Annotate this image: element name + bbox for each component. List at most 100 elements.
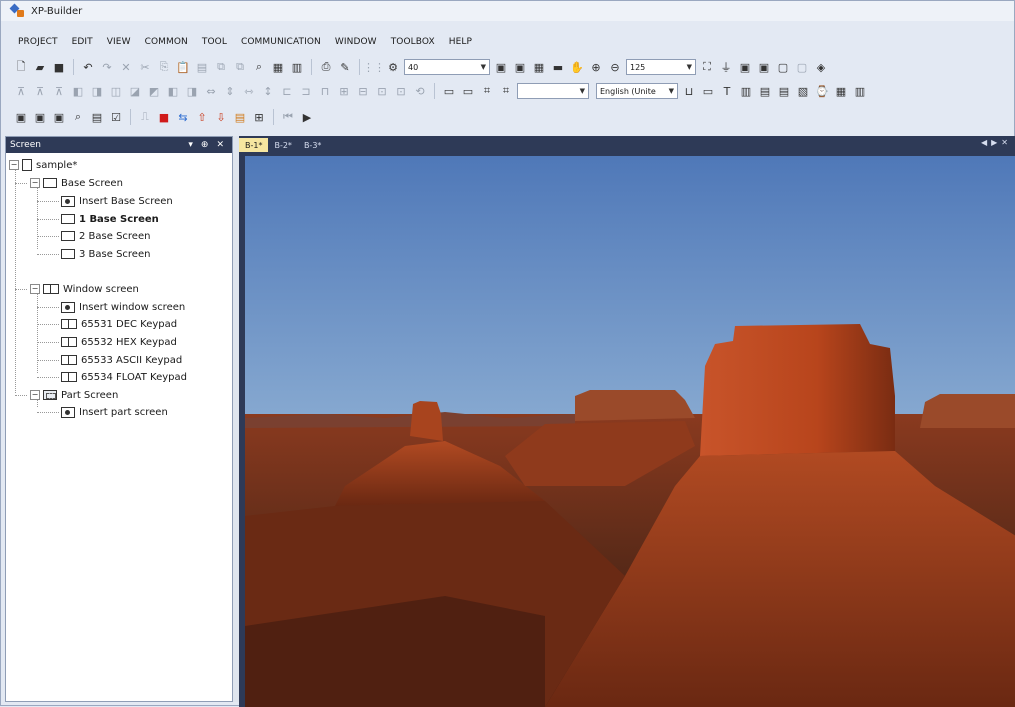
scroll-right-icon[interactable]: ▶ — [991, 138, 1001, 147]
delete-icon[interactable]: ✕ — [118, 59, 134, 75]
search-screen-icon[interactable]: ⌕ — [70, 109, 86, 125]
tab-b3[interactable]: B-3* — [298, 138, 327, 152]
group-icon[interactable]: ⊞ — [336, 83, 352, 99]
step-back-icon[interactable]: ⏮ — [280, 109, 296, 125]
diamond-icon[interactable]: ◈ — [813, 59, 829, 75]
horizontal-line-icon[interactable]: ▬ — [550, 59, 566, 75]
undo-icon[interactable]: ↶ — [80, 59, 96, 75]
new-file-icon[interactable]: 🗋 — [13, 59, 29, 75]
zoom-select[interactable]: 125 ▼ — [626, 59, 696, 75]
pin-icon[interactable]: ⊕ — [201, 140, 209, 150]
chart-icon[interactable]: ▥ — [852, 83, 868, 99]
tree-window-dec-keypad[interactable]: 65531 DEC Keypad — [61, 316, 177, 332]
zoom-in-icon[interactable]: ⊕ — [588, 59, 604, 75]
input-icon[interactable]: ▤ — [776, 83, 792, 99]
cross-reference-icon[interactable]: ▦ — [270, 59, 286, 75]
close-icon[interactable]: ✕ — [1001, 138, 1012, 147]
tree-base-screen-group[interactable]: − Base Screen — [30, 175, 123, 191]
menu-project[interactable]: PROJECT — [11, 37, 65, 47]
lamp-icon[interactable]: ▭ — [700, 83, 716, 99]
table-icon[interactable]: ▦ — [531, 59, 547, 75]
collapse-icon[interactable]: − — [30, 284, 40, 294]
upload-icon[interactable]: ⇧ — [194, 109, 210, 125]
align-icon[interactable]: ◧ — [70, 83, 86, 99]
menu-common[interactable]: COMMON — [138, 37, 195, 47]
collapse-icon[interactable]: − — [30, 178, 40, 188]
tab-b1[interactable]: B-1* — [239, 138, 269, 152]
screen-grid-icon[interactable]: ▢ — [794, 59, 810, 75]
align-middle-icon[interactable]: ⊼ — [32, 83, 48, 99]
collapse-icon[interactable]: − — [9, 160, 19, 170]
screen-list-icon[interactable]: ▢ — [775, 59, 791, 75]
fit-screen-icon[interactable]: ⛶ — [699, 59, 715, 75]
tab-b2[interactable]: B-2* — [268, 138, 297, 152]
tools-icon[interactable]: ✎ — [337, 59, 353, 75]
paste-special-icon[interactable]: ▤ — [194, 59, 210, 75]
object-state-icon[interactable]: ▭ — [441, 83, 457, 99]
unlock-icon[interactable]: ⊡ — [393, 83, 409, 99]
object-select[interactable]: ▼ — [517, 83, 589, 99]
calculator-icon[interactable]: ▤ — [89, 109, 105, 125]
duplicate-icon[interactable]: ⧉ — [213, 59, 229, 75]
tree-base-screen-2[interactable]: 2 Base Screen — [61, 228, 150, 244]
grid-icon[interactable]: ⋮⋮ — [363, 59, 385, 75]
order-icon[interactable]: ◨ — [184, 83, 200, 99]
align-top-icon[interactable]: ⊼ — [13, 83, 29, 99]
numeric-icon[interactable]: ▥ — [738, 83, 754, 99]
image-icon[interactable]: ▧ — [795, 83, 811, 99]
object-state-icon[interactable]: ▭ — [460, 83, 476, 99]
bit-switch-icon[interactable]: ⊔ — [681, 83, 697, 99]
stop-icon[interactable]: ■ — [156, 109, 172, 125]
save-icon[interactable]: ■ — [51, 59, 67, 75]
scroll-left-icon[interactable]: ◀ — [981, 138, 991, 147]
display-icon[interactable]: ▤ — [757, 83, 773, 99]
tree-window-float-keypad[interactable]: 65534 FLOAT Keypad — [61, 369, 187, 385]
flip-icon[interactable]: ⇔ — [203, 83, 219, 99]
tree-window-ascii-keypad[interactable]: 65533 ASCII Keypad — [61, 352, 182, 368]
compile-icon[interactable]: ▣ — [13, 109, 29, 125]
redo-icon[interactable]: ↷ — [99, 59, 115, 75]
download-icon[interactable]: ⇩ — [213, 109, 229, 125]
distribute-icon[interactable]: ⇿ — [241, 83, 257, 99]
grid-settings-icon[interactable]: ⚙ — [385, 59, 401, 75]
language-select[interactable]: English (Unite ▼ — [596, 83, 678, 99]
cut-icon[interactable]: ✂ — [137, 59, 153, 75]
screen-preview-icon[interactable]: ▣ — [756, 59, 772, 75]
lock-icon[interactable]: ⊡ — [374, 83, 390, 99]
menu-view[interactable]: VIEW — [100, 37, 138, 47]
copy-icon[interactable]: ⎘ — [156, 59, 172, 75]
close-icon[interactable]: ✕ — [216, 140, 224, 150]
tree-window-screen-group[interactable]: − Window screen — [30, 281, 139, 297]
find-icon[interactable]: ⌕ — [251, 59, 267, 75]
align-icon[interactable]: ◩ — [146, 83, 162, 99]
open-folder-icon[interactable]: ▰ — [32, 59, 48, 75]
screen-canvas[interactable] — [245, 156, 1015, 707]
tree-insert-base-screen[interactable]: Insert Base Screen — [61, 193, 173, 209]
same-size-icon[interactable]: ⊏ — [279, 83, 295, 99]
tree-window-hex-keypad[interactable]: 65532 HEX Keypad — [61, 334, 177, 350]
tree-root[interactable]: − sample* — [9, 157, 77, 173]
align-right-icon[interactable]: ▣ — [512, 59, 528, 75]
menu-communication[interactable]: COMMUNICATION — [234, 37, 328, 47]
screen-view-icon[interactable]: ▣ — [737, 59, 753, 75]
text-icon[interactable]: T — [719, 83, 735, 99]
simulator-icon[interactable]: ⊞ — [251, 109, 267, 125]
same-size-icon[interactable]: ⊓ — [317, 83, 333, 99]
align-icon[interactable]: ◨ — [89, 83, 105, 99]
menu-window[interactable]: WINDOW — [328, 37, 384, 47]
menu-edit[interactable]: EDIT — [65, 37, 100, 47]
menu-help[interactable]: HELP — [442, 37, 479, 47]
object-list-icon[interactable]: ▥ — [289, 59, 305, 75]
align-icon[interactable]: ◫ — [108, 83, 124, 99]
tree-base-screen-3[interactable]: 3 Base Screen — [61, 246, 150, 262]
collapse-icon[interactable]: − — [30, 390, 40, 400]
ungroup-icon[interactable]: ⊟ — [355, 83, 371, 99]
flip-icon[interactable]: ⇕ — [222, 83, 238, 99]
screen-preview-icon[interactable]: ▣ — [51, 109, 67, 125]
communication-icon[interactable]: ⎍ — [137, 109, 153, 125]
run-icon[interactable]: ▶ — [299, 109, 315, 125]
check-icon[interactable]: ▣ — [32, 109, 48, 125]
menu-toolbox[interactable]: TOOLBOX — [384, 37, 442, 47]
checklist-icon[interactable]: ☑ — [108, 109, 124, 125]
distribute-icon[interactable]: ↕ — [260, 83, 276, 99]
